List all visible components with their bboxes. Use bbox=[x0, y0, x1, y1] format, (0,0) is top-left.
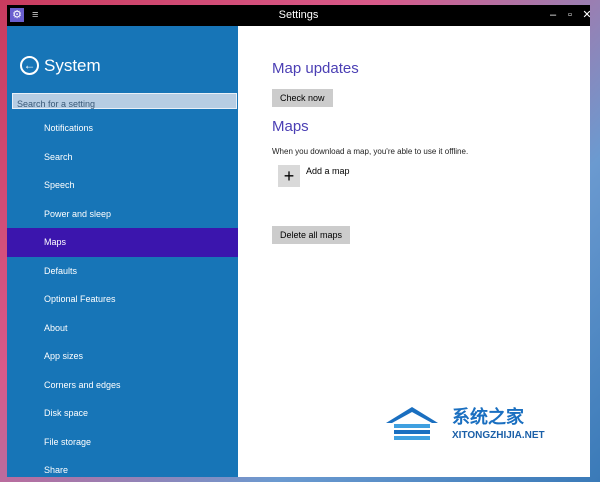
sidebar-item-power-and-sleep[interactable]: Power and sleep bbox=[7, 200, 238, 229]
sidebar-item-speech[interactable]: Speech bbox=[7, 171, 238, 200]
sidebar-item-app-sizes[interactable]: App sizes bbox=[7, 342, 238, 371]
sidebar-item-notifications[interactable]: Notifications bbox=[7, 114, 238, 143]
minimize-button[interactable]: – bbox=[544, 5, 562, 26]
check-now-button[interactable]: Check now bbox=[272, 89, 333, 107]
sidebar-item-search[interactable]: Search bbox=[7, 143, 238, 172]
add-map-label: Add a map bbox=[306, 166, 350, 176]
sidebar-item-defaults[interactable]: Defaults bbox=[7, 257, 238, 286]
search-box bbox=[12, 93, 237, 111]
house-logo-icon bbox=[386, 407, 438, 440]
sidebar-item-about[interactable]: About bbox=[7, 314, 238, 343]
sidebar-item-corners-and-edges[interactable]: Corners and edges bbox=[7, 371, 238, 400]
arrow-left-icon[interactable]: ← bbox=[20, 56, 39, 75]
close-button[interactable]: ✕ bbox=[578, 5, 590, 26]
sidebar-item-disk-space[interactable]: Disk space bbox=[7, 399, 238, 428]
watermark-site: XITONGZHIJIA.NET bbox=[452, 430, 545, 441]
sidebar: ← System NotificationsSearchSpeechPower … bbox=[7, 26, 238, 477]
sidebar-item-file-storage[interactable]: File storage bbox=[7, 428, 238, 457]
watermark: 系统之家 XITONGZHIJIA.NET bbox=[382, 403, 582, 453]
search-input[interactable] bbox=[13, 97, 236, 111]
title-bar: ⚙ ≡ Settings – ▫ ✕ bbox=[7, 5, 590, 26]
section-title: System bbox=[44, 56, 101, 75]
sidebar-nav: Notifications Search Speech Power and sleep… bbox=[7, 114, 238, 477]
delete-all-maps-button[interactable]: Delete all maps bbox=[272, 226, 351, 244]
sidebar-item-optional-features[interactable]: Optional Features bbox=[7, 285, 238, 314]
sidebar-item-maps[interactable]: Maps bbox=[7, 228, 238, 257]
plus-icon[interactable]: + bbox=[278, 165, 300, 187]
watermark-chinese: 系统之家 bbox=[452, 407, 524, 427]
maps-heading: Maps bbox=[272, 118, 309, 135]
map-updates-heading: Map updates bbox=[272, 60, 359, 77]
sidebar-item-share[interactable]: Share bbox=[7, 456, 238, 477]
maps-description: When you download a map, you're able to … bbox=[272, 147, 469, 156]
maximize-button[interactable]: ▫ bbox=[561, 5, 579, 26]
window-title: Settings bbox=[278, 9, 319, 21]
